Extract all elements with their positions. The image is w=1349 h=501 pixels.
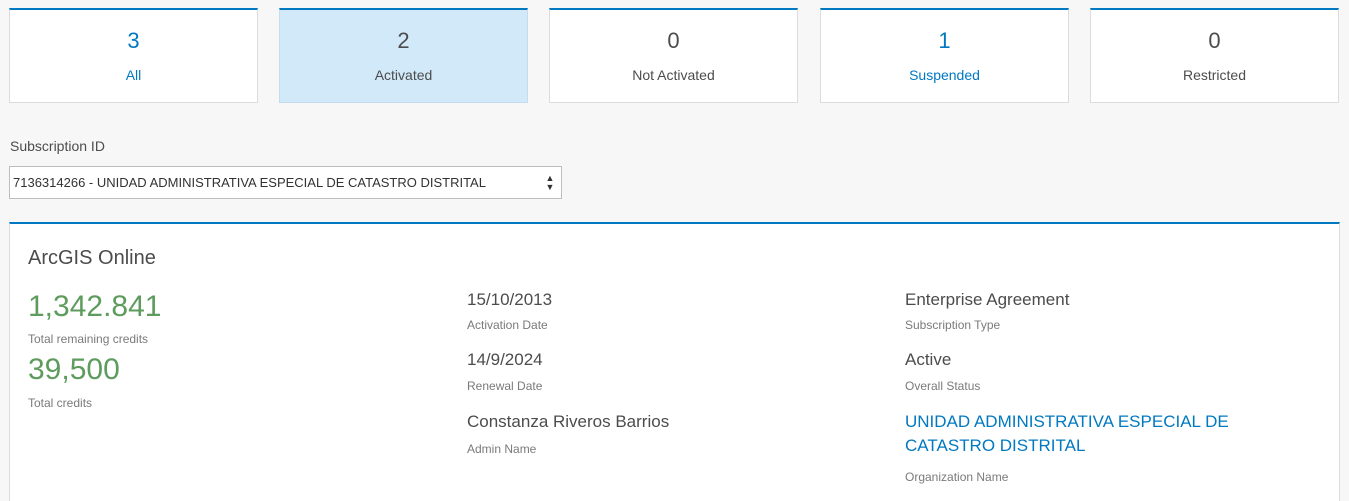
- subscription-id-value: 7136314266 - UNIDAD ADMINISTRATIVA ESPEC…: [13, 175, 486, 190]
- subscription-type-value: Enterprise Agreement: [905, 290, 1070, 309]
- tile-count: 3: [127, 28, 140, 53]
- activation-date-value: 15/10/2013: [467, 290, 553, 309]
- status-filter-tiles: 3 All 2 Activated 0 Not Activated 1 Susp…: [9, 8, 1340, 103]
- tile-label: Activated: [374, 67, 433, 83]
- tile-count: 2: [397, 28, 410, 53]
- tile-count: 0: [667, 28, 680, 53]
- renewal-date-label: Renewal Date: [467, 379, 543, 393]
- organization-name-label: Organization Name: [905, 470, 1009, 484]
- organization-name-link[interactable]: UNIDAD ADMINISTRATIVA ESPECIAL DE CATAST…: [905, 410, 1305, 458]
- subscription-id-label: Subscription ID: [10, 138, 105, 154]
- remaining-credits-value: 1,342.841: [28, 290, 162, 323]
- tile-not-activated[interactable]: 0 Not Activated: [549, 8, 798, 103]
- admin-name-value: Constanza Riveros Barrios: [467, 412, 670, 431]
- tile-label: All: [125, 67, 142, 83]
- tile-label: Suspended: [909, 67, 980, 83]
- admin-name-label: Admin Name: [467, 442, 537, 456]
- tile-all[interactable]: 3 All: [9, 8, 258, 103]
- subscription-id-select[interactable]: 7136314266 - UNIDAD ADMINISTRATIVA ESPEC…: [9, 166, 562, 199]
- tile-count: 0: [1208, 28, 1221, 53]
- overall-status-value: Active: [905, 350, 952, 369]
- tile-suspended[interactable]: 1 Suspended: [820, 8, 1069, 103]
- arcgis-online-card: ArcGIS Online 1,342.841 Total remaining …: [9, 222, 1340, 501]
- select-arrows-icon: ▲ ▼: [545, 172, 555, 192]
- activation-date-label: Activation Date: [467, 318, 548, 332]
- subscriptions-page: 3 All 2 Activated 0 Not Activated 1 Susp…: [0, 0, 1349, 501]
- overall-status-label: Overall Status: [905, 379, 981, 393]
- tile-label: Not Activated: [632, 67, 715, 83]
- subscription-type-label: Subscription Type: [905, 318, 1001, 332]
- card-title: ArcGIS Online: [28, 247, 156, 269]
- tile-restricted[interactable]: 0 Restricted: [1090, 8, 1339, 103]
- tile-activated[interactable]: 2 Activated: [279, 8, 528, 103]
- remaining-credits-label: Total remaining credits: [28, 332, 149, 346]
- renewal-date-value: 14/9/2024: [467, 350, 543, 369]
- tile-label: Restricted: [1182, 67, 1247, 83]
- tile-count: 1: [938, 28, 951, 53]
- total-credits-label: Total credits: [28, 396, 93, 410]
- total-credits-value: 39,500: [28, 353, 120, 386]
